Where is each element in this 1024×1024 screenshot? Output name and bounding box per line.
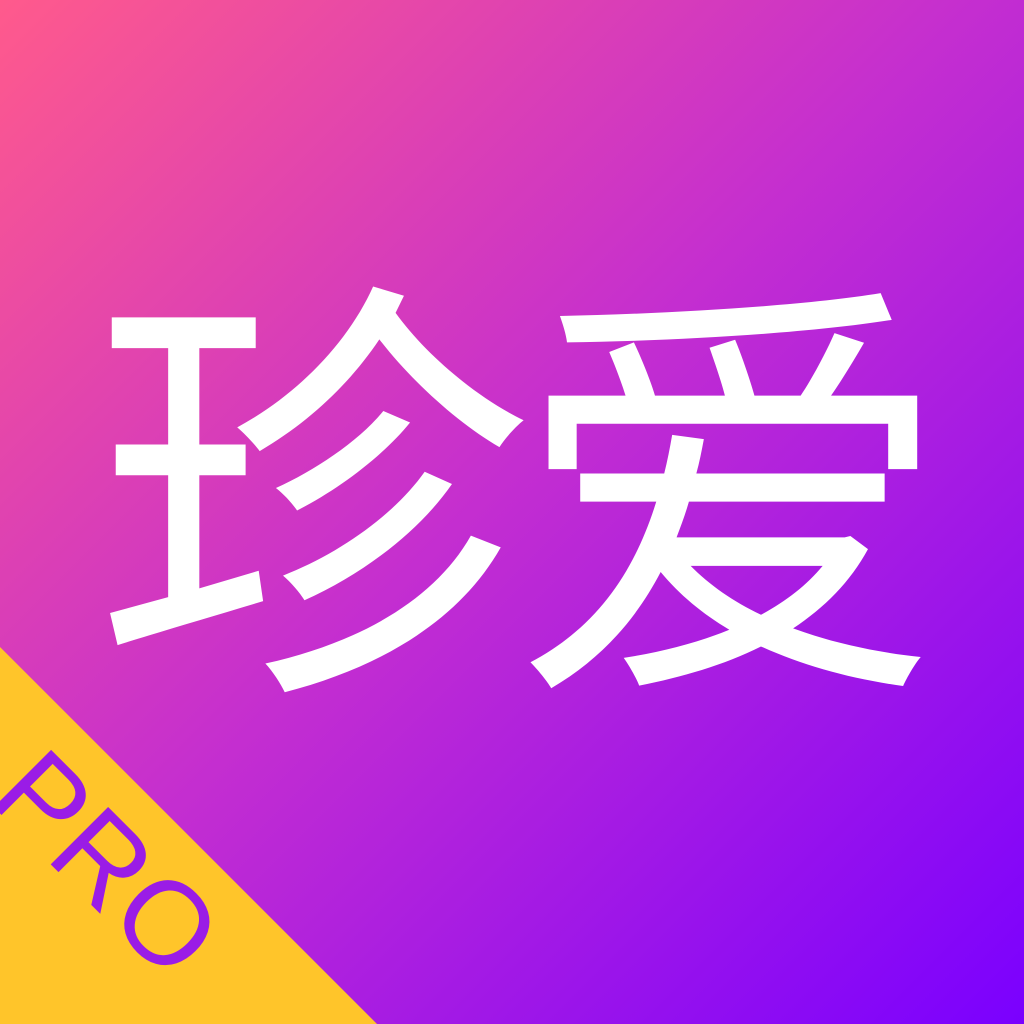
app-title: 珍爱 bbox=[92, 249, 952, 761]
app-icon[interactable]: 珍爱 PRO bbox=[0, 0, 1024, 1024]
